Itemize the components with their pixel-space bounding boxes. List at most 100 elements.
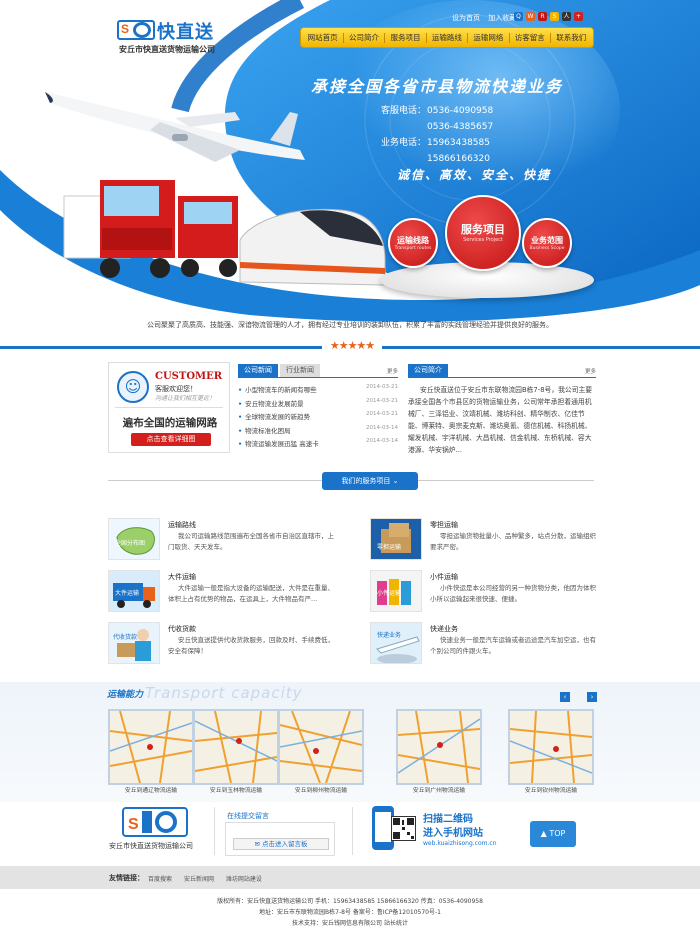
qr-code-icon[interactable] bbox=[391, 816, 416, 841]
service-text: 零担运输货物批量小、品种繁多，站点分散，运输组织要求严密。 bbox=[430, 532, 596, 551]
news-tabbar: 公司新闻 行业新闻 更多 bbox=[238, 364, 398, 378]
news-date: 2014-03-14 bbox=[366, 438, 398, 444]
site-logo[interactable]: S 快直送 安丘市快直送货物运输公司 bbox=[117, 18, 237, 58]
news-panel: 公司新闻 行业新闻 更多 • 小型物流车的新闻有哪些 2014-03-21 • 安丘物… bbox=[238, 364, 398, 458]
person-icon[interactable]: 人 bbox=[562, 12, 571, 21]
list-item[interactable]: • 物流标准化困局 2014-03-14 bbox=[238, 425, 398, 439]
message-title: 在线提交留言 bbox=[227, 812, 269, 820]
list-item[interactable]: • 全球物流发展的新趋势 2014-03-21 bbox=[238, 411, 398, 425]
service-text: 快速业务一般是汽车运输或者远途是汽车加空运，也有个别公司的件跟火车。 bbox=[430, 636, 596, 655]
thumb-label: 全国分布图 bbox=[115, 539, 145, 547]
chevron-right-icon[interactable]: › bbox=[587, 692, 597, 702]
route-map-caption[interactable]: 安丘到广州物流运输 bbox=[396, 785, 482, 794]
circle-en: Business Scope bbox=[529, 246, 565, 251]
route-map-caption[interactable]: 安丘到通辽物流运输 bbox=[108, 785, 194, 794]
set-homepage-link[interactable]: 设为首页 bbox=[452, 14, 480, 22]
nav-home[interactable]: 网站首页 bbox=[308, 32, 338, 43]
circle-transport-routes[interactable]: 运输线路 Transport routes bbox=[388, 218, 438, 268]
news-title: 物流标准化困局 bbox=[245, 426, 291, 435]
nav-about[interactable]: 公司简介 bbox=[349, 32, 379, 43]
contact-label bbox=[381, 151, 427, 167]
about-text: 安丘快直送位于安丘市东联物流园B栋7-8号，我公司主要承接全国各个市县区的货物运… bbox=[408, 386, 593, 454]
tab-company-intro[interactable]: 公司简介 bbox=[408, 364, 448, 377]
list-item[interactable]: • 物流运输发展迅猛 高速卡 2014-03-14 bbox=[238, 438, 398, 452]
parcel-thumbnail: 零担运输 bbox=[370, 518, 422, 560]
circle-en: Transport routes bbox=[394, 246, 432, 251]
route-map[interactable] bbox=[508, 709, 594, 785]
friend-link[interactable]: 百度搜索 bbox=[148, 876, 172, 883]
news-title: 物流运输发展迅猛 高速卡 bbox=[245, 440, 319, 448]
service-item[interactable]: 零担运输 零担运输 零担运输货物批量小、品种繁多，站点分散，运输组织要求严密。 bbox=[370, 518, 600, 564]
banner-next-icon[interactable]: › bbox=[598, 236, 604, 252]
courier-thumbnail: 代收货款 bbox=[108, 622, 160, 664]
view-map-button[interactable]: 点击查看详细图 bbox=[131, 433, 211, 446]
nav-routes[interactable]: 运输路线 bbox=[432, 32, 462, 43]
services-button-label: 我们的服务项目 bbox=[341, 477, 391, 485]
nav-services[interactable]: 服务项目 bbox=[390, 32, 420, 43]
circle-title: 运输线路 bbox=[397, 236, 429, 245]
service-title: 快递业务 bbox=[430, 625, 458, 633]
nav-network[interactable]: 运输网络 bbox=[473, 32, 503, 43]
banner-motto: 诚信、高效、安全、快捷 bbox=[397, 168, 552, 182]
route-map-caption[interactable]: 安丘到钦州物流运输 bbox=[508, 785, 594, 794]
renren-icon[interactable]: R bbox=[538, 12, 547, 21]
contact-label bbox=[381, 119, 427, 135]
add-favorite-link[interactable]: 加入收藏 bbox=[488, 14, 516, 22]
news-more-link[interactable]: 更多 bbox=[387, 367, 398, 375]
thumb-label: 大件运输 bbox=[115, 589, 139, 597]
contact-label: 客服电话： bbox=[381, 106, 427, 116]
news-title: 小型物流车的新闻有哪些 bbox=[245, 386, 317, 394]
tab-company-news[interactable]: 公司新闻 bbox=[238, 364, 278, 377]
divider bbox=[214, 807, 215, 855]
svg-text:S: S bbox=[128, 816, 139, 833]
circle-title: 服务项目 bbox=[461, 223, 505, 236]
news-list: • 小型物流车的新闻有哪些 2014-03-21 • 安丘物流业发展前景 2014-03… bbox=[238, 384, 398, 452]
service-item[interactable]: 快递业务 快递业务 快速业务一般是汽车运输或者远途是汽车加空运，也有个别公司的件… bbox=[370, 622, 600, 668]
friend-link[interactable]: 安丘新闻网 bbox=[184, 876, 214, 883]
main-nav: 网站首页 公司简介 服务项目 运输路线 运输网络 访客留言 联系我们 bbox=[300, 27, 594, 48]
nav-guestbook[interactable]: 访客留言 bbox=[515, 32, 545, 43]
service-title: 零担运输 bbox=[430, 521, 458, 529]
service-item[interactable]: 代收货款 代收货款 安丘快直送提供代收货款服务，回款及时、手续费低，安全有保障！ bbox=[108, 622, 338, 668]
circle-services-project[interactable]: 服务项目 Services Project bbox=[445, 195, 521, 271]
share-icon[interactable]: S bbox=[550, 12, 559, 21]
network-heading: 遍布全国的运输网路 bbox=[122, 417, 218, 429]
qq-icon[interactable]: Q bbox=[514, 12, 523, 21]
banner-slogan: 承接全国各省市县物流快递业务 bbox=[311, 77, 564, 96]
service-item[interactable]: 小件运输 小件运输 小件快运是本公司经营的另一种货物分类，他因为体积小所以运输起… bbox=[370, 570, 600, 616]
mobile-site-url[interactable]: web.kuaizhisong.com.cn bbox=[423, 840, 497, 847]
service-item[interactable]: 大件运输 大件运输 大件运输一般是指大设备的运输配送，大件是在重量、体积上占有优… bbox=[108, 570, 338, 616]
route-map[interactable] bbox=[193, 709, 279, 785]
route-map-caption[interactable]: 安丘到玉林物流运输 bbox=[193, 785, 279, 794]
footer-company-name: 安丘市快直送货物运输公司 bbox=[109, 842, 193, 850]
route-map[interactable] bbox=[108, 709, 194, 785]
thumb-label: 快递业务 bbox=[377, 631, 401, 639]
logo-subtitle: 安丘市快直送货物运输公司 bbox=[119, 45, 215, 54]
service-text: 小件快运是本公司经营的另一种货物分类，他因为体积小所以运输起来很快速、便捷。 bbox=[430, 584, 596, 603]
footer-logo[interactable]: S bbox=[122, 807, 188, 837]
tab-industry-news[interactable]: 行业新闻 bbox=[280, 364, 320, 377]
list-item[interactable]: • 小型物流车的新闻有哪些 2014-03-21 bbox=[238, 384, 398, 398]
services-button[interactable]: 我们的服务项目 ⌄ bbox=[322, 472, 418, 490]
news-date: 2014-03-21 bbox=[366, 411, 398, 417]
news-title: 全球物流发展的新趋势 bbox=[245, 413, 311, 421]
back-to-top-button[interactable]: ▲ TOP bbox=[530, 821, 576, 847]
friend-link[interactable]: 潍坊网站建设 bbox=[226, 876, 262, 883]
route-map-caption[interactable]: 安丘到柳州物流运输 bbox=[278, 785, 364, 794]
weibo-icon[interactable]: W bbox=[526, 12, 535, 21]
guestbook-button[interactable]: ✉ 点击进入留言板 bbox=[233, 838, 329, 850]
circle-en: Services Project bbox=[463, 237, 503, 243]
route-map[interactable] bbox=[396, 709, 482, 785]
footer-copyright: 版权所有：安丘快直送货物运输公司 手机：15963438585 15866166… bbox=[217, 898, 483, 905]
chevron-left-icon[interactable]: ‹ bbox=[560, 692, 570, 702]
circle-business-scope[interactable]: 业务范围 Business Scope bbox=[522, 218, 572, 268]
route-map[interactable] bbox=[278, 709, 364, 785]
footer: 版权所有：安丘快直送货物运输公司 手机：15963438585 15866166… bbox=[0, 889, 700, 934]
list-item[interactable]: • 安丘物流业发展前景 2014-03-21 bbox=[238, 398, 398, 412]
more-icon[interactable]: + bbox=[574, 12, 583, 21]
service-item[interactable]: 全国分布图 运输路线 我公司运输路线范围遍布全国各省市自治区直辖市，上门取货、天… bbox=[108, 518, 338, 564]
nav-contact[interactable]: 联系我们 bbox=[556, 32, 586, 43]
footer-address: 地址：安丘市东联物流园B栋7-8号 备案号：鲁ICP备12010570号-1 bbox=[259, 909, 441, 916]
thumb-label: 小件运输 bbox=[377, 589, 401, 597]
about-more-link[interactable]: 更多 bbox=[585, 367, 596, 375]
